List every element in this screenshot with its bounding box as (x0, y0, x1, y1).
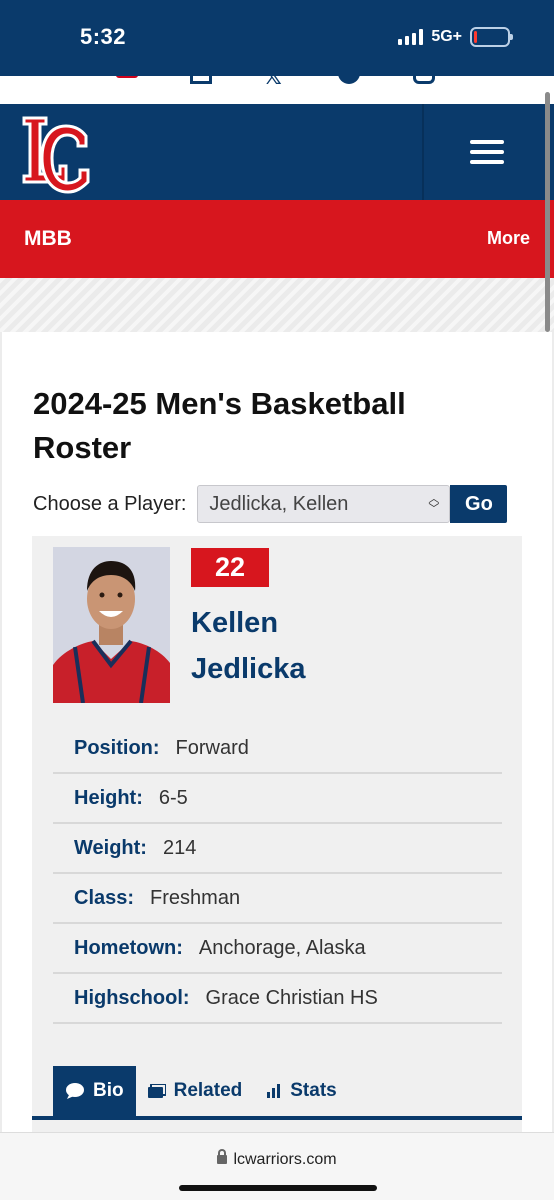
status-indicators: 5G+ (398, 27, 513, 47)
detail-label: Highschool: (74, 986, 190, 1009)
decorative-pattern-band (0, 278, 554, 332)
status-bar: 5:32 5G+ (0, 0, 554, 76)
battery-level (474, 31, 477, 43)
lc-logo[interactable] (20, 112, 92, 196)
page-scrollbar[interactable] (545, 92, 550, 332)
header-divider (422, 104, 424, 200)
url-text: lcwarriors.com (233, 1151, 337, 1168)
detail-row-height: Height: 6-5 (53, 774, 502, 824)
x-icon[interactable]: 𝕏 (264, 76, 292, 89)
choose-player-label: Choose a Player: (33, 492, 187, 515)
home-indicator[interactable] (179, 1185, 377, 1191)
more-menu-button[interactable]: More (487, 228, 530, 249)
browser-url-bar[interactable]: lcwarriors.com (0, 1132, 554, 1200)
social-links-bar: 𝕏 (0, 76, 554, 104)
selected-player-value: Jedlicka, Kellen (209, 492, 349, 515)
player-last-name: Jedlicka (191, 653, 306, 685)
detail-value: Grace Christian HS (205, 986, 378, 1009)
detail-row-class: Class: Freshman (53, 874, 502, 924)
tab-related[interactable]: Related (136, 1066, 255, 1116)
instagram-icon[interactable] (413, 76, 435, 84)
detail-label: Weight: (74, 836, 147, 859)
facebook-icon[interactable] (338, 76, 360, 84)
roster-card: 2024-25 Men's Basketball Roster Choose a… (2, 332, 552, 1200)
lock-icon (217, 1149, 228, 1164)
tab-label: Stats (290, 1080, 337, 1101)
sport-title[interactable]: MBB (24, 227, 72, 251)
hamburger-menu-button[interactable] (470, 140, 504, 166)
player-chooser: Choose a Player: Jedlicka, Kellen ︿ ﹀ Go (33, 485, 508, 523)
player-name: Kellen Jedlicka (191, 600, 305, 692)
detail-row-highschool: Highschool: Grace Christian HS (53, 974, 502, 1024)
sport-nav-bar: MBB More (0, 200, 554, 278)
tab-label: Related (173, 1080, 243, 1101)
cellular-signal-icon (398, 29, 424, 45)
comment-icon (66, 1083, 84, 1099)
player-tabs: Bio Related Stats (53, 1066, 349, 1116)
player-first-name: Kellen (191, 607, 279, 639)
detail-label: Hometown: (74, 936, 183, 959)
page-title: 2024-25 Men's Basketball Roster (33, 386, 406, 465)
detail-label: Position: (74, 736, 160, 759)
tab-bio[interactable]: Bio (53, 1066, 136, 1116)
tab-stats[interactable]: Stats (254, 1066, 348, 1116)
network-label: 5G+ (431, 28, 462, 45)
detail-row-weight: Weight: 214 (53, 824, 502, 874)
calendar-icon[interactable] (190, 76, 212, 84)
go-button[interactable]: Go (450, 485, 508, 523)
status-time: 5:32 (80, 24, 127, 49)
tabs-underline (32, 1116, 522, 1120)
url-display[interactable]: lcwarriors.com (0, 1149, 554, 1169)
ticket-icon[interactable] (116, 76, 138, 78)
detail-label: Class: (74, 886, 135, 909)
detail-label: Height: (74, 786, 143, 809)
detail-value: Forward (175, 736, 249, 759)
jersey-number: 22 (191, 548, 269, 587)
player-panel: 22 Kellen Jedlicka Position: Forward Hei… (32, 536, 522, 1200)
player-details-list: Position: Forward Height: 6-5 Weight: 21… (53, 724, 502, 1024)
related-icon (147, 1084, 166, 1098)
detail-value: Freshman (150, 886, 241, 909)
detail-value: Anchorage, Alaska (198, 936, 366, 959)
battery-icon (470, 27, 513, 47)
player-headshot (53, 547, 170, 703)
site-header (0, 104, 554, 200)
bar-chart-icon (267, 1084, 281, 1098)
detail-row-hometown: Hometown: Anchorage, Alaska (53, 924, 502, 974)
detail-row-position: Position: Forward (53, 724, 502, 774)
tab-label: Bio (93, 1080, 124, 1101)
detail-value: 6-5 (158, 786, 188, 809)
player-select[interactable]: Jedlicka, Kellen ︿ ﹀ (197, 485, 451, 523)
select-chevrons-icon: ︿ ﹀ (428, 493, 440, 515)
detail-value: 214 (162, 836, 197, 859)
